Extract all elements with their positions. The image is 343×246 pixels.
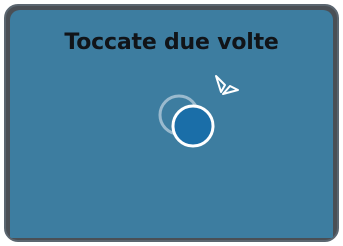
- device-frame: Toccate due volte: [4, 4, 339, 242]
- second-tap-circle-icon: [171, 104, 215, 148]
- tap-indicator-icon: [215, 75, 239, 95]
- double-tap-gesture-icon: [158, 75, 239, 148]
